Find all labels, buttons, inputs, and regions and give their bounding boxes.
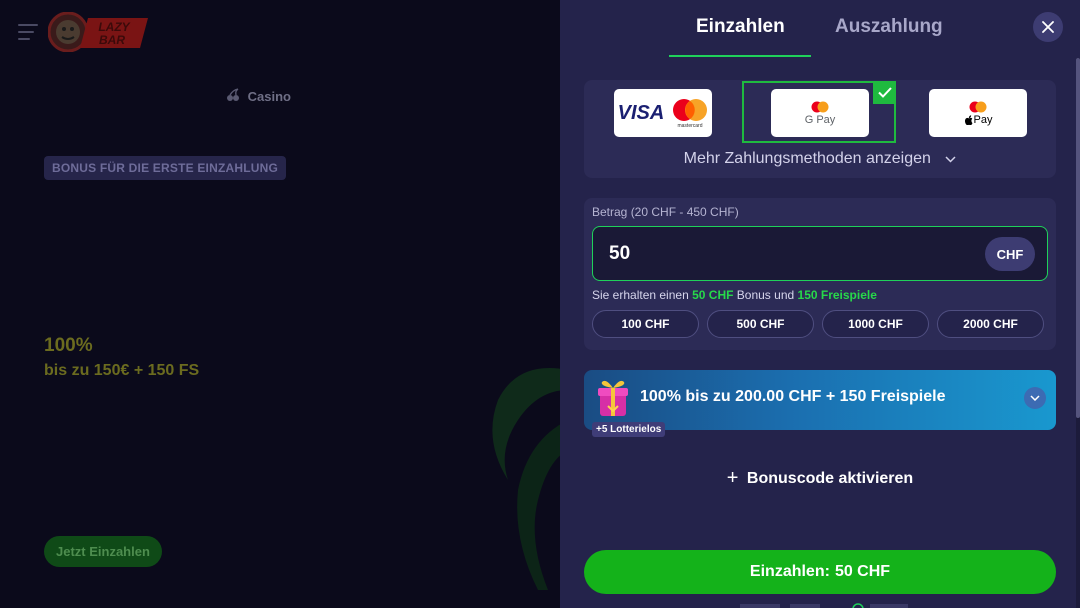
logo-text-bar: BAR [99, 33, 125, 47]
tab-deposit[interactable]: Einzahlen [696, 16, 785, 38]
mastercard-icon: mastercard [673, 99, 708, 129]
promo-percent: 100% [44, 335, 93, 356]
currency-selector[interactable]: CHF [985, 237, 1035, 271]
tab-withdraw[interactable]: Auszahlung [835, 16, 943, 38]
payment-method-apple-pay[interactable]: Pay [929, 89, 1027, 137]
first-deposit-bonus-badge: BONUS FÜR DIE ERSTE EINZAHLUNG [44, 156, 287, 180]
apple-pay-label: Pay [973, 113, 993, 126]
chevron-down-icon[interactable] [1024, 387, 1046, 409]
quick-amount-row: 100 CHF 500 CHF 1000 CHF 2000 CHF [592, 310, 1048, 340]
close-button[interactable] [1033, 12, 1063, 42]
lottery-tickets-badge: +5 Lotterielos [592, 422, 666, 437]
bonus-info-freespins: 150 Freispiele [797, 288, 877, 302]
nav-casino-label: Casino [247, 89, 291, 104]
deposit-button-label: Einzahlen: [749, 563, 830, 580]
mastercard-mini-icon [811, 101, 829, 112]
apple-logo-icon [964, 114, 973, 125]
mastercard-mini-icon [969, 101, 987, 112]
amount-field-box: CHF [592, 226, 1048, 281]
background-deposit-cta[interactable]: Jetzt Einzahlen [44, 536, 162, 567]
gift-icon [598, 380, 628, 416]
lazy-bar-logo[interactable]: LAZY BAR [48, 12, 148, 52]
payment-method-visa-mastercard[interactable]: VISA mastercard [614, 89, 712, 137]
bonus-info-middle: Bonus und [736, 288, 795, 302]
palm-leaf-decoration [492, 368, 568, 590]
quick-amount-100[interactable]: 100 CHF [592, 310, 699, 338]
amount-input[interactable] [607, 239, 971, 269]
logo-text-lazy: LAZY [98, 20, 130, 34]
bonus-info-amount: 50 CHF [692, 288, 734, 302]
nav-casino-link[interactable]: Casino [226, 88, 291, 104]
quick-amount-500[interactable]: 500 CHF [707, 310, 814, 338]
bonus-offer-text: 100% bis zu 200.00 CHF + 150 Freispiele [640, 388, 946, 405]
quick-amount-2000[interactable]: 2000 CHF [937, 310, 1044, 338]
bonus-code-label: Bonuscode aktivieren [746, 470, 914, 487]
plus-icon: + [726, 467, 739, 489]
activate-bonus-code-button[interactable]: + Bonuscode aktivieren [584, 467, 1056, 490]
cherry-icon [226, 88, 244, 104]
footer-text-cutoff [740, 603, 908, 608]
visa-label: VISA [617, 101, 665, 124]
bonus-offer-banner[interactable]: 100% bis zu 200.00 CHF + 150 Freispiele [584, 370, 1056, 430]
chevron-down-icon [945, 150, 956, 168]
bonus-info-text: Sie erhalten einen 50 CHF Bonus und 150 … [592, 288, 877, 302]
deposit-button-amount: 50 CHF [834, 563, 891, 580]
more-payment-methods-toggle[interactable]: Mehr Zahlungsmethoden anzeigen [584, 150, 1056, 168]
hamburger-menu-icon[interactable] [18, 24, 38, 40]
google-pay-label: G Pay [804, 113, 836, 126]
promo-subtitle: bis zu 150€ + 150 FS [44, 362, 200, 379]
more-methods-label: Mehr Zahlungsmethoden anzeigen [683, 150, 931, 168]
bonus-info-prefix: Sie erhalten einen [592, 288, 689, 302]
scrollbar-thumb[interactable] [1076, 58, 1080, 418]
deposit-submit-button[interactable]: Einzahlen: 50 CHF [584, 550, 1056, 594]
drawer-tabs: Einzahlen Auszahlung [560, 0, 1080, 57]
background-page: LAZY BAR Casino BONUS FÜR DIE ERSTE EINZ… [0, 0, 568, 608]
deposit-drawer: Einzahlen Auszahlung VISA mastercard G P… [560, 0, 1080, 608]
amount-panel: Betrag (20 CHF - 450 CHF) CHF Sie erhalt… [584, 198, 1056, 350]
active-tab-indicator [669, 55, 811, 57]
payment-method-google-pay[interactable]: G Pay [771, 89, 869, 137]
quick-amount-1000[interactable]: 1000 CHF [822, 310, 929, 338]
payment-methods-panel: VISA mastercard G Pay Pay Mehr Zahlungsm… [584, 80, 1056, 178]
selected-check-icon [873, 81, 896, 104]
mastercard-label: mastercard [678, 123, 703, 129]
amount-label: Betrag (20 CHF - 450 CHF) [592, 205, 739, 219]
close-icon [1042, 21, 1054, 33]
